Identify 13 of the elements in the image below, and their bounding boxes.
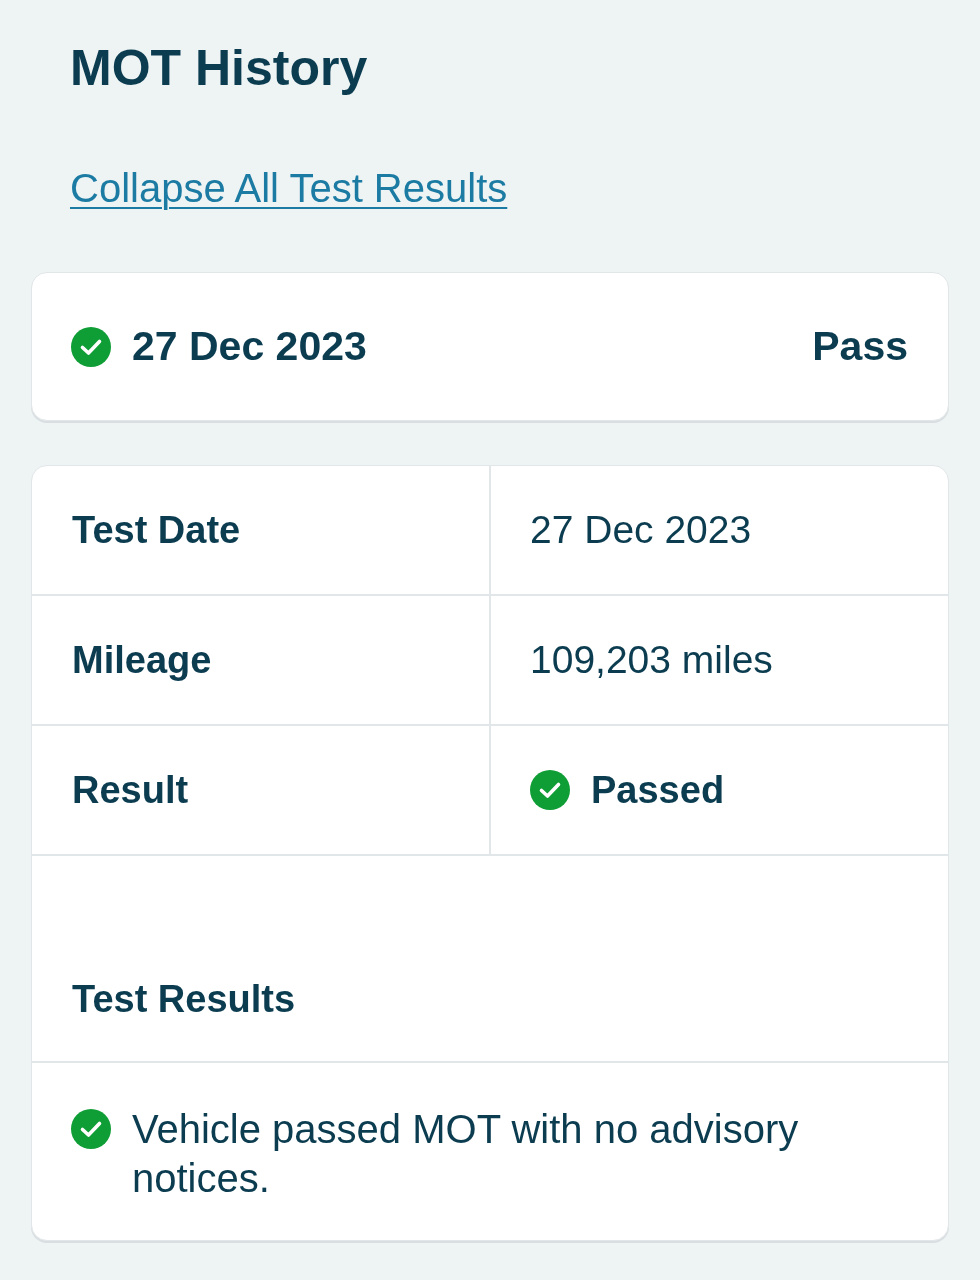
detail-label: Test Date	[72, 508, 241, 552]
detail-label: Mileage	[72, 638, 212, 682]
detail-value: Passed	[591, 768, 725, 812]
test-date: 27 Dec 2023	[132, 323, 367, 370]
collapse-all-link[interactable]: Collapse All Test Results	[70, 166, 508, 210]
page-title: MOT History	[70, 39, 368, 98]
result-note: Vehicle passed MOT with no advisory notices.	[132, 1106, 800, 1202]
detail-value: 27 Dec 2023	[530, 508, 752, 552]
results-heading: Test Results	[72, 978, 296, 1021]
test-summary-card[interactable]: 27 Dec 2023 Pass	[31, 272, 949, 421]
test-status: Pass	[812, 323, 908, 370]
detail-value: 109,203 miles	[530, 638, 773, 682]
detail-label: Result	[72, 768, 189, 812]
